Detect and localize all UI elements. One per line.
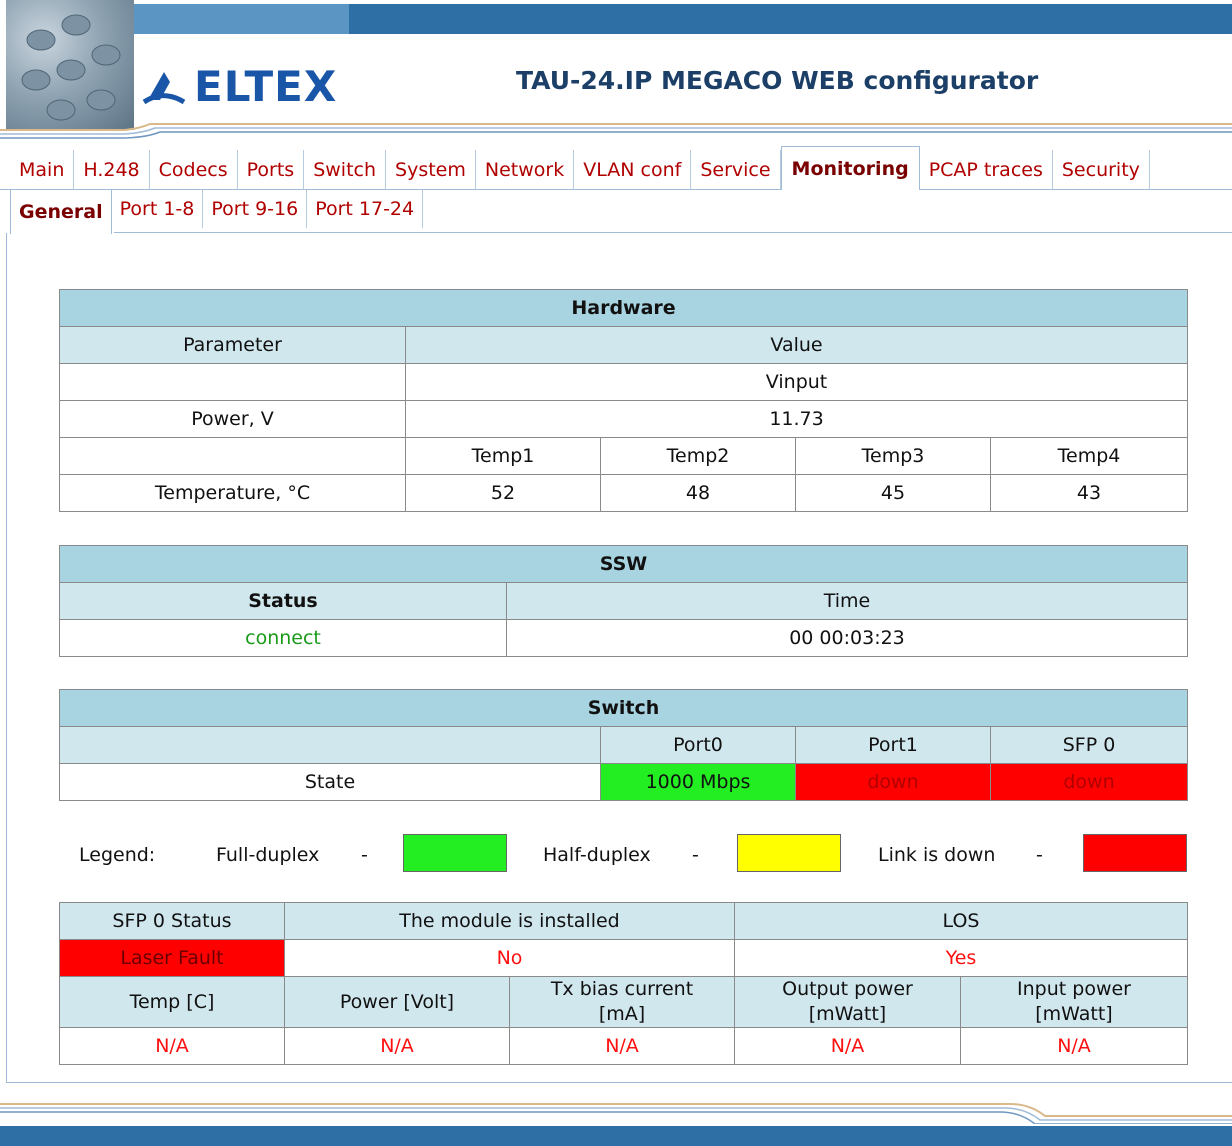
sfp-los-value: Yes — [734, 939, 1188, 977]
legend-dash: - — [1036, 844, 1043, 866]
tab-monitoring[interactable]: Monitoring — [780, 146, 920, 190]
legend-half-duplex-label: Half-duplex — [543, 844, 651, 866]
port0-header: Port0 — [600, 726, 796, 764]
col-parameter: Parameter — [59, 326, 406, 364]
col-tx-bias-line1: Tx bias current — [550, 978, 694, 1000]
sfp-status-value: Laser Fault — [59, 939, 285, 977]
subtab-port-17-24[interactable]: Port 17-24 — [307, 190, 424, 228]
temp1-header: Temp1 — [405, 437, 601, 475]
legend-link-down-label: Link is down — [878, 844, 996, 866]
col-input-power: Input power [mWatt] — [960, 976, 1188, 1028]
col-input-power-line1: Input power — [1017, 978, 1131, 1000]
col-tx-bias: Tx bias current [mA] — [509, 976, 735, 1028]
subtab-port-9-16[interactable]: Port 9-16 — [203, 190, 308, 228]
tab-vlan-conf[interactable]: VLAN conf — [574, 150, 692, 190]
sfp-installed-value: No — [284, 939, 735, 977]
hardware-table: Hardware Parameter Value Vinput Power, V… — [58, 289, 1189, 512]
app-title: TAU-24.IP MEGACO WEB configurator — [516, 66, 1039, 95]
header-decor-lines — [0, 123, 1232, 139]
col-output-power: Output power [mWatt] — [734, 976, 961, 1028]
tab-system[interactable]: System — [386, 150, 476, 190]
footer-decor-lines — [0, 1103, 1232, 1124]
sfp0-state: down — [990, 763, 1188, 801]
empty-cell — [59, 437, 406, 475]
ssw-status-value: connect — [59, 619, 507, 657]
legend-label: Legend: — [79, 844, 156, 866]
temp4-header: Temp4 — [989, 437, 1189, 475]
temperature-label: Temperature, °C — [59, 474, 406, 512]
temp4-value: 43 — [989, 474, 1189, 512]
sfp-power-value: N/A — [284, 1027, 510, 1065]
legend-link-down-swatch — [1083, 834, 1187, 872]
legend-dash: - — [361, 844, 368, 866]
col-power: Power [Volt] — [284, 976, 510, 1028]
tab-main[interactable]: Main — [10, 150, 75, 190]
power-label: Power, V — [59, 400, 406, 438]
header-keypad-image — [6, 0, 134, 130]
col-output-power-line1: Output power — [782, 978, 913, 1000]
footer-band — [0, 1126, 1232, 1146]
col-time: Time — [505, 582, 1189, 620]
temp2-header: Temp2 — [600, 437, 796, 475]
sfp-status-header: SFP 0 Status — [59, 902, 285, 940]
sfp-input-power-value: N/A — [960, 1027, 1188, 1065]
legend-full-duplex-swatch — [403, 834, 507, 872]
sub-tabs: General Port 1-8 Port 9-16 Port 17-24 — [10, 190, 424, 234]
tab-network[interactable]: Network — [475, 150, 575, 190]
port1-header: Port1 — [795, 726, 991, 764]
tab-h248[interactable]: H.248 — [74, 150, 150, 190]
sfp-installed-header: The module is installed — [284, 902, 735, 940]
temp3-header: Temp3 — [795, 437, 991, 475]
vinput-label: Vinput — [404, 363, 1189, 401]
legend-full-duplex-label: Full-duplex — [216, 844, 320, 866]
sfp0-header: SFP 0 — [990, 726, 1188, 764]
subtab-port-1-8[interactable]: Port 1-8 — [112, 190, 204, 228]
ssw-time-value: 00 00:03:23 — [505, 619, 1189, 657]
state-label: State — [59, 763, 601, 801]
col-tx-bias-line2: [mA] — [598, 1003, 646, 1025]
ssw-title: SSW — [58, 545, 1189, 583]
tab-pcap-traces[interactable]: PCAP traces — [919, 150, 1053, 190]
tab-security[interactable]: Security — [1052, 150, 1150, 190]
temp1-value: 52 — [405, 474, 601, 512]
tab-ports[interactable]: Ports — [237, 150, 305, 190]
logo-text: ELTEX — [194, 61, 338, 111]
sfp-output-power-value: N/A — [734, 1027, 961, 1065]
empty-cell — [59, 726, 601, 764]
switch-table: Switch Port0 Port1 SFP 0 State 1000 Mbps… — [59, 689, 1188, 801]
empty-cell — [59, 363, 406, 401]
tab-switch[interactable]: Switch — [304, 150, 387, 190]
legend-half-duplex-swatch — [737, 834, 841, 872]
tab-codecs[interactable]: Codecs — [149, 150, 238, 190]
page-header: ELTEX TAU-24.IP MEGACO WEB configurator — [0, 0, 1232, 146]
sfp-table: SFP 0 Status The module is installed LOS… — [59, 902, 1188, 1065]
switch-title: Switch — [59, 689, 1188, 727]
col-output-power-line2: [mWatt] — [808, 1003, 887, 1025]
tab-service[interactable]: Service — [691, 150, 781, 190]
main-tabs: Main H.248 Codecs Ports Switch System Ne… — [10, 146, 1150, 190]
sfp-los-header: LOS — [734, 902, 1188, 940]
col-status: Status — [59, 582, 507, 620]
legend: Legend: Full-duplex - Half-duplex - Link… — [59, 834, 1187, 872]
col-value: Value — [404, 326, 1189, 364]
eltex-logo-icon — [142, 72, 186, 105]
header-band — [134, 4, 1232, 34]
sfp-tx-bias-value: N/A — [509, 1027, 735, 1065]
temp3-value: 45 — [795, 474, 991, 512]
temp2-value: 48 — [600, 474, 796, 512]
eltex-logo: ELTEX — [142, 60, 337, 112]
hardware-title: Hardware — [58, 289, 1189, 327]
sfp-temp-value: N/A — [59, 1027, 285, 1065]
col-temp: Temp [C] — [59, 976, 285, 1028]
port0-state: 1000 Mbps — [600, 763, 796, 801]
legend-dash: - — [692, 844, 699, 866]
power-value: 11.73 — [404, 400, 1189, 438]
subtab-general[interactable]: General — [10, 190, 112, 234]
port1-state: down — [795, 763, 991, 801]
ssw-table: SSW Status Time connect 00 00:03:23 — [58, 545, 1189, 657]
col-input-power-line2: [mWatt] — [1035, 1003, 1113, 1025]
